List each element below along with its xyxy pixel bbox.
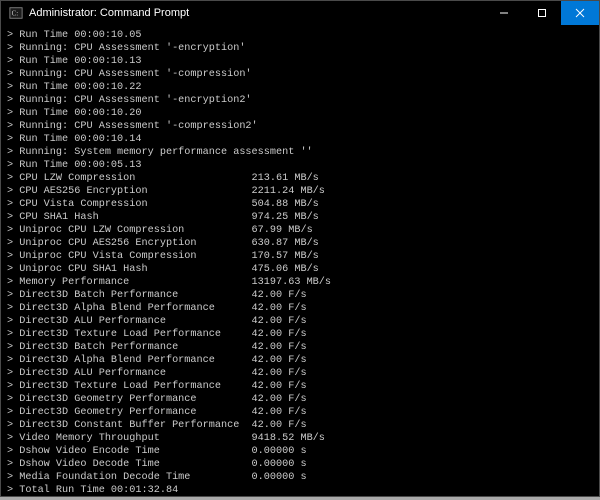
result-label: > Uniproc CPU Vista Compression [7,250,252,263]
result-label: > Uniproc CPU LZW Compression [7,224,252,237]
result-value: 42.00 F/s [252,315,307,328]
terminal-line: > Run Time 00:00:10.22 [7,81,593,94]
terminal-line: > Memory Performance 13197.63 MB/s [7,276,593,289]
terminal-line: > Direct3D Batch Performance 42.00 F/s [7,289,593,302]
terminal-line: > Direct3D Batch Performance 42.00 F/s [7,341,593,354]
terminal-line: > Direct3D Geometry Performance 42.00 F/… [7,406,593,419]
result-value: 0.00000 s [252,458,307,471]
titlebar[interactable]: C: Administrator: Command Prompt [1,1,599,25]
terminal-line: > Direct3D ALU Performance 42.00 F/s [7,315,593,328]
terminal-line: > CPU Vista Compression 504.88 MB/s [7,198,593,211]
result-label: > Direct3D Geometry Performance [7,406,252,419]
result-label: > Direct3D Alpha Blend Performance [7,354,252,367]
result-value: 0.00000 s [252,471,307,484]
result-label: > Dshow Video Decode Time [7,458,252,471]
terminal-line: > Uniproc CPU AES256 Encryption 630.87 M… [7,237,593,250]
terminal-line: > Run Time 00:00:10.05 [7,29,593,42]
result-label: > Direct3D Batch Performance [7,289,252,302]
terminal-line: > Uniproc CPU SHA1 Hash 475.06 MB/s [7,263,593,276]
result-value: 170.57 MB/s [252,250,319,263]
terminal-line: > Running: CPU Assessment '-compression' [7,68,593,81]
terminal-line: > CPU LZW Compression 213.61 MB/s [7,172,593,185]
result-label: > Direct3D Constant Buffer Performance [7,419,252,432]
terminal-line: > Dshow Video Encode Time 0.00000 s [7,445,593,458]
terminal-line: > Run Time 00:00:10.13 [7,55,593,68]
result-value: 42.00 F/s [252,393,307,406]
svg-text:C:: C: [12,10,19,18]
terminal-line: > Uniproc CPU Vista Compression 170.57 M… [7,250,593,263]
terminal-line: > Direct3D Constant Buffer Performance 4… [7,419,593,432]
result-value: 213.61 MB/s [252,172,319,185]
result-value: 13197.63 MB/s [252,276,331,289]
result-value: 2211.24 MB/s [252,185,325,198]
window-title: Administrator: Command Prompt [29,7,485,19]
terminal-line: > Run Time 00:00:05.13 [7,159,593,172]
result-value: 42.00 F/s [252,354,307,367]
terminal-line: > Running: CPU Assessment '-compression2… [7,120,593,133]
terminal-line: > CPU SHA1 Hash 974.25 MB/s [7,211,593,224]
result-value: 630.87 MB/s [252,237,319,250]
result-value: 42.00 F/s [252,367,307,380]
result-label: > Direct3D Alpha Blend Performance [7,302,252,315]
result-label: > Direct3D Texture Load Performance [7,380,252,393]
terminal-line: > Uniproc CPU LZW Compression 67.99 MB/s [7,224,593,237]
terminal-line: > CPU AES256 Encryption 2211.24 MB/s [7,185,593,198]
terminal-line: > Running: CPU Assessment '-encryption' [7,42,593,55]
result-value: 42.00 F/s [252,328,307,341]
result-label: > Uniproc CPU AES256 Encryption [7,237,252,250]
terminal-line: > Direct3D Texture Load Performance 42.0… [7,380,593,393]
close-button[interactable] [561,1,599,25]
titlebar-buttons [485,1,599,25]
terminal-line: > Running: System memory performance ass… [7,146,593,159]
cmd-icon: C: [9,6,23,20]
result-value: 475.06 MB/s [252,263,319,276]
result-label: > Direct3D ALU Performance [7,315,252,328]
result-label: > CPU Vista Compression [7,198,252,211]
terminal-line: > Running: CPU Assessment '-encryption2' [7,94,593,107]
result-label: > Direct3D Texture Load Performance [7,328,252,341]
result-value: 42.00 F/s [252,289,307,302]
result-value: 42.00 F/s [252,406,307,419]
terminal-output[interactable]: > Run Time 00:00:10.05> Running: CPU Ass… [1,25,599,496]
maximize-button[interactable] [523,1,561,25]
result-value: 67.99 MB/s [252,224,313,237]
result-value: 42.00 F/s [252,419,307,432]
terminal-line: > Direct3D ALU Performance 42.00 F/s [7,367,593,380]
terminal-line: > Dshow Video Decode Time 0.00000 s [7,458,593,471]
terminal-line: > Video Memory Throughput 9418.52 MB/s [7,432,593,445]
command-prompt-window: C: Administrator: Command Prompt > Run T… [0,0,600,497]
result-label: > Video Memory Throughput [7,432,252,445]
minimize-button[interactable] [485,1,523,25]
result-value: 974.25 MB/s [252,211,319,224]
terminal-line: > Media Foundation Decode Time 0.00000 s [7,471,593,484]
result-label: > CPU SHA1 Hash [7,211,252,224]
result-label: > Direct3D Geometry Performance [7,393,252,406]
terminal-line: > Total Run Time 00:01:32.84 [7,484,593,496]
result-label: > Direct3D Batch Performance [7,341,252,354]
result-value: 504.88 MB/s [252,198,319,211]
terminal-line: > Direct3D Geometry Performance 42.00 F/… [7,393,593,406]
terminal-line: > Direct3D Alpha Blend Performance 42.00… [7,354,593,367]
result-label: > Memory Performance [7,276,252,289]
terminal-line: > Run Time 00:00:10.14 [7,133,593,146]
terminal-line: > Direct3D Alpha Blend Performance 42.00… [7,302,593,315]
result-label: > CPU AES256 Encryption [7,185,252,198]
result-value: 42.00 F/s [252,380,307,393]
result-value: 42.00 F/s [252,302,307,315]
result-label: > Dshow Video Encode Time [7,445,252,458]
result-label: > Uniproc CPU SHA1 Hash [7,263,252,276]
result-label: > Direct3D ALU Performance [7,367,252,380]
terminal-line: > Run Time 00:00:10.20 [7,107,593,120]
terminal-line: > Direct3D Texture Load Performance 42.0… [7,328,593,341]
result-label: > Media Foundation Decode Time [7,471,252,484]
result-value: 42.00 F/s [252,341,307,354]
result-value: 0.00000 s [252,445,307,458]
result-value: 9418.52 MB/s [252,432,325,445]
result-label: > CPU LZW Compression [7,172,252,185]
